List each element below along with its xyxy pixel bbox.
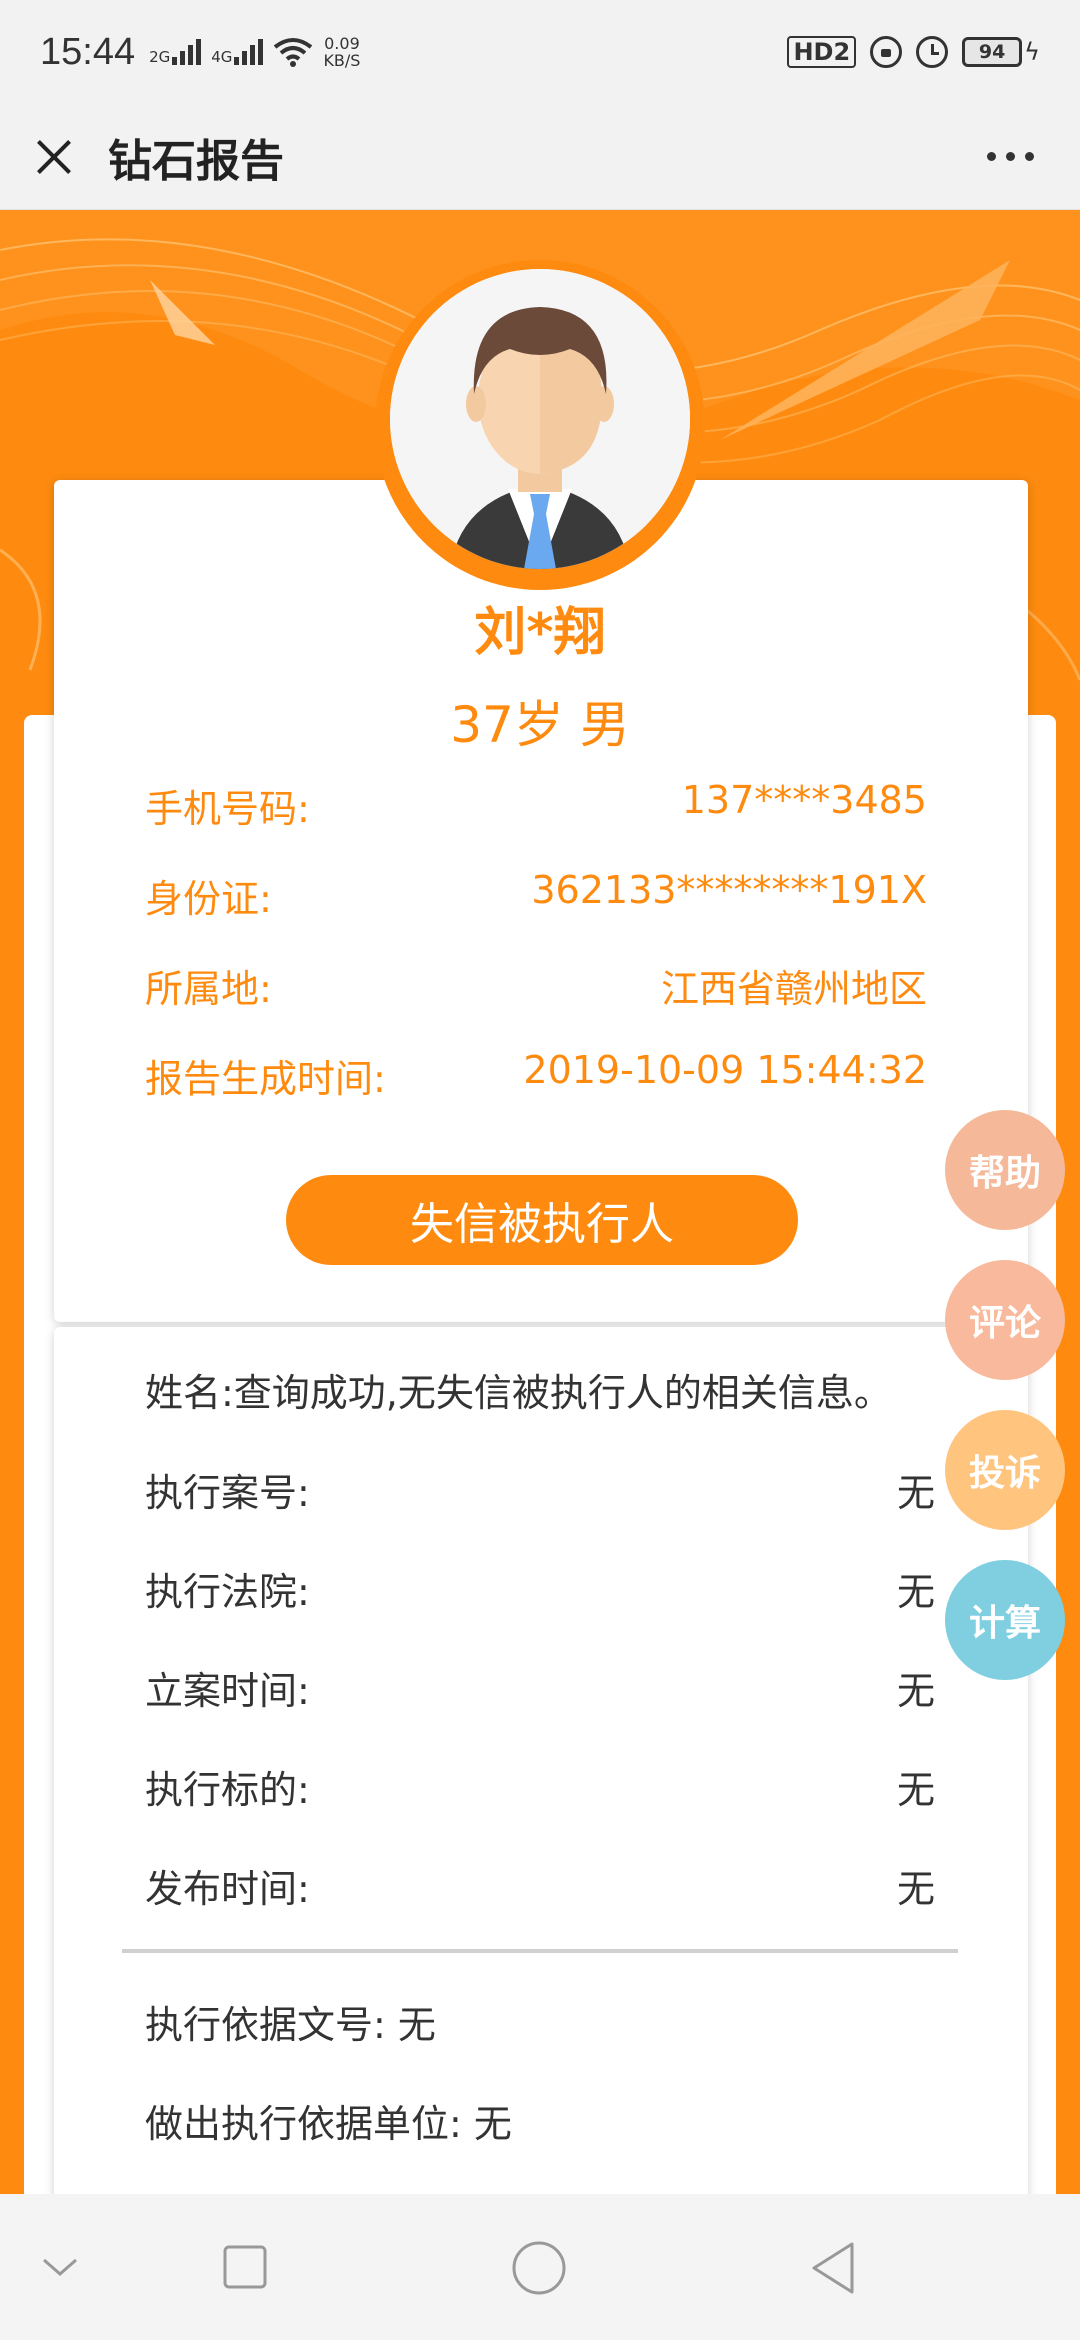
hd-icon: HD2 bbox=[787, 36, 857, 68]
comment-button[interactable]: 评论 bbox=[945, 1260, 1065, 1380]
signal2-label: 4G bbox=[211, 48, 233, 66]
info-value: 362133********191X bbox=[531, 868, 927, 912]
page-title: 钻石报告 bbox=[108, 135, 284, 187]
info-label: 所属地: bbox=[145, 967, 272, 1011]
info-row-idcard: 身份证: 362133********191X bbox=[145, 868, 927, 923]
detail-row-court: 执行法院: 无 bbox=[145, 1561, 935, 1616]
info-value: 江西省赣州地区 bbox=[660, 967, 927, 1011]
chevron-down-icon[interactable] bbox=[40, 2252, 80, 2282]
back-icon[interactable] bbox=[808, 2240, 858, 2296]
detail-label: 执行标的: bbox=[145, 1768, 310, 1812]
complain-button[interactable]: 投诉 bbox=[945, 1410, 1065, 1530]
info-row-report-time: 报告生成时间: 2019-10-09 15:44:32 bbox=[145, 1048, 927, 1103]
info-label: 报告生成时间: bbox=[145, 1057, 386, 1101]
info-label: 手机号码: bbox=[145, 787, 310, 831]
signal-icon: 2G bbox=[149, 39, 202, 66]
detail-row-case-number: 执行案号: 无 bbox=[145, 1462, 935, 1517]
signal1-label: 2G bbox=[149, 48, 171, 66]
lock-rotation-icon bbox=[870, 36, 903, 68]
user-avatar-icon bbox=[390, 269, 690, 569]
detail-value: 无 bbox=[896, 1570, 935, 1614]
detail-value: 无 bbox=[896, 1471, 935, 1515]
dishonest-debtor-button[interactable]: 失信被执行人 bbox=[286, 1175, 798, 1265]
detail-row-filing-date: 立案时间: 无 bbox=[145, 1660, 935, 1715]
info-value: 2019-10-09 15:44:32 bbox=[523, 1048, 927, 1092]
status-right-icons: HD2 94 ϟ bbox=[787, 36, 1040, 68]
more-dots-icon[interactable] bbox=[977, 142, 1044, 171]
title-bar: 钻石报告 bbox=[0, 104, 1080, 210]
detail-row-subject: 执行标的: 无 bbox=[145, 1759, 935, 1814]
net-speed-unit: KB/S bbox=[323, 51, 361, 70]
alarm-icon bbox=[916, 36, 949, 68]
person-name: 刘*翔 bbox=[474, 603, 606, 663]
help-button[interactable]: 帮助 bbox=[945, 1110, 1065, 1230]
detail-value: 无 bbox=[896, 1867, 935, 1911]
detail-value: 无 bbox=[896, 1669, 935, 1713]
info-value: 137****3485 bbox=[681, 778, 927, 822]
navigation-bar bbox=[0, 2194, 1080, 2340]
charging-icon: ϟ bbox=[1024, 38, 1040, 66]
signal-icon: 4G bbox=[211, 39, 264, 66]
battery-level: 94 bbox=[962, 37, 1023, 67]
net-speed-value: 0.09 bbox=[324, 34, 360, 53]
wifi-icon bbox=[274, 38, 313, 67]
home-icon[interactable] bbox=[511, 2240, 567, 2296]
status-bar: 15:44 2G 4G 0.09 KB/S HD2 94 ϟ bbox=[0, 0, 1080, 104]
detail-value: 无 bbox=[896, 1768, 935, 1812]
info-row-location: 所属地: 江西省赣州地区 bbox=[145, 958, 927, 1013]
detail-label: 执行法院: bbox=[145, 1570, 310, 1614]
calculate-button[interactable]: 计算 bbox=[945, 1560, 1065, 1680]
detail-name-line: 姓名:查询成功,无失信被执行人的相关信息。 bbox=[145, 1371, 892, 1415]
status-time: 15:44 bbox=[40, 30, 136, 73]
close-icon[interactable] bbox=[24, 127, 84, 187]
age-gender: 37岁 男 bbox=[450, 696, 630, 754]
info-label: 身份证: bbox=[145, 877, 272, 921]
detail-basis-unit: 做出执行依据单位: 无 bbox=[145, 2102, 512, 2146]
detail-label: 发布时间: bbox=[145, 1867, 310, 1911]
detail-label: 执行案号: bbox=[145, 1471, 310, 1515]
net-speed: 0.09 KB/S bbox=[323, 35, 360, 69]
detail-label: 立案时间: bbox=[145, 1669, 310, 1713]
recent-apps-icon[interactable] bbox=[222, 2244, 268, 2290]
status-left-icons: 2G 4G 0.09 KB/S bbox=[149, 35, 360, 69]
detail-row-publish-date: 发布时间: 无 bbox=[145, 1858, 935, 1913]
detail-basis-doc: 执行依据文号: 无 bbox=[145, 2003, 436, 2047]
avatar bbox=[390, 269, 690, 569]
report-content[interactable]: 刘*翔 37岁 男 手机号码: 137****3485 身份证: 362133*… bbox=[0, 210, 1080, 2194]
divider bbox=[122, 1949, 958, 1953]
battery-icon: 94 ϟ bbox=[962, 37, 1040, 67]
info-row-phone: 手机号码: 137****3485 bbox=[145, 778, 927, 833]
